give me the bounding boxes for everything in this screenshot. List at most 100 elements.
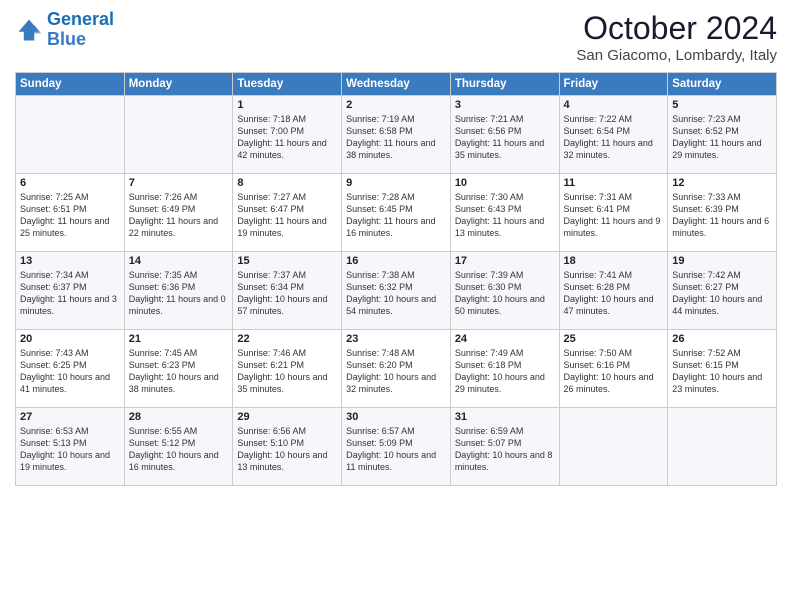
col-header-sunday: Sunday: [16, 73, 125, 96]
calendar-cell: 18 Sunrise: 7:41 AM Sunset: 6:28 PM Dayli…: [559, 252, 668, 330]
week-row-5: 27Sunrise: 6:53 AM Sunset: 5:13 PM Dayli…: [16, 408, 777, 486]
cell-info: Sunrise: 6:55 AM Sunset: 5:12 PM Dayligh…: [129, 425, 229, 474]
calendar-cell: 24Sunrise: 7:49 AM Sunset: 6:18 PM Dayli…: [450, 330, 559, 408]
day-number: 10: [455, 177, 555, 189]
day-number: 19: [672, 255, 772, 267]
day-number: 11: [564, 177, 664, 189]
cell-info: Sunrise: 7:27 AM Sunset: 6:47 PM Dayligh…: [237, 191, 337, 240]
cell-info: Sunrise: 7:34 AM Sunset: 6:37 PM Dayligh…: [20, 269, 120, 318]
calendar-cell: 26Sunrise: 7:52 AM Sunset: 6:15 PM Dayli…: [668, 330, 777, 408]
calendar-cell: 13 Sunrise: 7:34 AM Sunset: 6:37 PM Dayli…: [16, 252, 125, 330]
week-row-2: 6Sunrise: 7:25 AM Sunset: 6:51 PM Daylig…: [16, 174, 777, 252]
calendar-cell: [124, 96, 233, 174]
calendar-cell: 14 Sunrise: 7:35 AM Sunset: 6:36 PM Dayli…: [124, 252, 233, 330]
cell-info: Sunrise: 7:42 AM Sunset: 6:27 PM Dayligh…: [672, 269, 772, 318]
calendar-cell: 1 Sunrise: 7:18 AM Sunset: 7:00 PM Daylig…: [233, 96, 342, 174]
cell-info: Sunrise: 7:38 AM Sunset: 6:32 PM Dayligh…: [346, 269, 446, 318]
cell-info: Sunrise: 7:48 AM Sunset: 6:20 PM Dayligh…: [346, 347, 446, 396]
calendar-cell: 30Sunrise: 6:57 AM Sunset: 5:09 PM Dayli…: [342, 408, 451, 486]
cell-info: Sunrise: 7:41 AM Sunset: 6:28 PM Dayligh…: [564, 269, 664, 318]
calendar-cell: [668, 408, 777, 486]
day-number: 14: [129, 255, 229, 267]
calendar-table: SundayMondayTuesdayWednesdayThursdayFrid…: [15, 72, 777, 486]
day-number: 13: [20, 255, 120, 267]
day-number: 17: [455, 255, 555, 267]
col-header-thursday: Thursday: [450, 73, 559, 96]
col-header-tuesday: Tuesday: [233, 73, 342, 96]
logo-blue-word: Blue: [47, 30, 114, 50]
cell-info: Sunrise: 7:33 AM Sunset: 6:39 PM Dayligh…: [672, 191, 772, 240]
logo: General Blue: [15, 10, 114, 50]
day-number: 20: [20, 333, 120, 345]
calendar-cell: 25Sunrise: 7:50 AM Sunset: 6:16 PM Dayli…: [559, 330, 668, 408]
calendar-cell: 4Sunrise: 7:22 AM Sunset: 6:54 PM Daylig…: [559, 96, 668, 174]
cell-info: Sunrise: 7:50 AM Sunset: 6:16 PM Dayligh…: [564, 347, 664, 396]
day-number: 23: [346, 333, 446, 345]
calendar-cell: 27Sunrise: 6:53 AM Sunset: 5:13 PM Dayli…: [16, 408, 125, 486]
day-number: 3: [455, 99, 555, 111]
day-number: 18: [564, 255, 664, 267]
calendar-cell: 31Sunrise: 6:59 AM Sunset: 5:07 PM Dayli…: [450, 408, 559, 486]
day-number: 28: [129, 411, 229, 423]
cell-info: Sunrise: 7:30 AM Sunset: 6:43 PM Dayligh…: [455, 191, 555, 240]
calendar-cell: 11 Sunrise: 7:31 AM Sunset: 6:41 PM Dayli…: [559, 174, 668, 252]
cell-info: Sunrise: 7:26 AM Sunset: 6:49 PM Dayligh…: [129, 191, 229, 240]
calendar-cell: 8 Sunrise: 7:27 AM Sunset: 6:47 PM Daylig…: [233, 174, 342, 252]
cell-info: Sunrise: 7:31 AM Sunset: 6:41 PM Dayligh…: [564, 191, 664, 240]
cell-info: Sunrise: 7:45 AM Sunset: 6:23 PM Dayligh…: [129, 347, 229, 396]
calendar-cell: 29 Sunrise: 6:56 AM Sunset: 5:10 PM Dayli…: [233, 408, 342, 486]
day-number: 7: [129, 177, 229, 189]
col-header-saturday: Saturday: [668, 73, 777, 96]
calendar-cell: 3 Sunrise: 7:21 AM Sunset: 6:56 PM Daylig…: [450, 96, 559, 174]
week-row-1: 1 Sunrise: 7:18 AM Sunset: 7:00 PM Daylig…: [16, 96, 777, 174]
col-header-friday: Friday: [559, 73, 668, 96]
cell-info: Sunrise: 7:18 AM Sunset: 7:00 PM Dayligh…: [237, 113, 337, 162]
calendar-cell: 12 Sunrise: 7:33 AM Sunset: 6:39 PM Dayli…: [668, 174, 777, 252]
calendar-cell: 17 Sunrise: 7:39 AM Sunset: 6:30 PM Dayli…: [450, 252, 559, 330]
day-number: 30: [346, 411, 446, 423]
cell-info: Sunrise: 7:28 AM Sunset: 6:45 PM Dayligh…: [346, 191, 446, 240]
cell-info: Sunrise: 7:19 AM Sunset: 6:58 PM Dayligh…: [346, 113, 446, 162]
cell-info: Sunrise: 7:23 AM Sunset: 6:52 PM Dayligh…: [672, 113, 772, 162]
day-number: 1: [237, 99, 337, 111]
calendar-cell: 5Sunrise: 7:23 AM Sunset: 6:52 PM Daylig…: [668, 96, 777, 174]
day-number: 12: [672, 177, 772, 189]
calendar-cell: [559, 408, 668, 486]
calendar-cell: 7 Sunrise: 7:26 AM Sunset: 6:49 PM Daylig…: [124, 174, 233, 252]
calendar-cell: 16 Sunrise: 7:38 AM Sunset: 6:32 PM Dayli…: [342, 252, 451, 330]
calendar-cell: 28 Sunrise: 6:55 AM Sunset: 5:12 PM Dayli…: [124, 408, 233, 486]
day-number: 8: [237, 177, 337, 189]
day-number: 4: [564, 99, 664, 111]
day-number: 21: [129, 333, 229, 345]
cell-info: Sunrise: 7:35 AM Sunset: 6:36 PM Dayligh…: [129, 269, 229, 318]
week-row-3: 13 Sunrise: 7:34 AM Sunset: 6:37 PM Dayli…: [16, 252, 777, 330]
logo-icon: [15, 16, 43, 44]
cell-info: Sunrise: 6:59 AM Sunset: 5:07 PM Dayligh…: [455, 425, 555, 474]
cell-info: Sunrise: 7:21 AM Sunset: 6:56 PM Dayligh…: [455, 113, 555, 162]
day-number: 9: [346, 177, 446, 189]
cell-info: Sunrise: 7:49 AM Sunset: 6:18 PM Dayligh…: [455, 347, 555, 396]
day-number: 29: [237, 411, 337, 423]
page: General Blue October 2024 San Giacomo, L…: [0, 0, 792, 612]
cell-info: Sunrise: 7:39 AM Sunset: 6:30 PM Dayligh…: [455, 269, 555, 318]
calendar-cell: 9 Sunrise: 7:28 AM Sunset: 6:45 PM Daylig…: [342, 174, 451, 252]
cell-info: Sunrise: 7:37 AM Sunset: 6:34 PM Dayligh…: [237, 269, 337, 318]
cell-info: Sunrise: 7:25 AM Sunset: 6:51 PM Dayligh…: [20, 191, 120, 240]
day-number: 15: [237, 255, 337, 267]
day-number: 27: [20, 411, 120, 423]
calendar-cell: 6Sunrise: 7:25 AM Sunset: 6:51 PM Daylig…: [16, 174, 125, 252]
day-number: 2: [346, 99, 446, 111]
title-block: October 2024 San Giacomo, Lombardy, Ital…: [576, 10, 777, 64]
calendar-cell: 10 Sunrise: 7:30 AM Sunset: 6:43 PM Dayli…: [450, 174, 559, 252]
col-header-wednesday: Wednesday: [342, 73, 451, 96]
location-title: San Giacomo, Lombardy, Italy: [576, 47, 777, 64]
calendar-cell: 20Sunrise: 7:43 AM Sunset: 6:25 PM Dayli…: [16, 330, 125, 408]
col-header-monday: Monday: [124, 73, 233, 96]
calendar-cell: 19 Sunrise: 7:42 AM Sunset: 6:27 PM Dayli…: [668, 252, 777, 330]
day-number: 16: [346, 255, 446, 267]
month-title: October 2024: [576, 10, 777, 47]
logo-general: General: [47, 9, 114, 29]
header: General Blue October 2024 San Giacomo, L…: [15, 10, 777, 64]
cell-info: Sunrise: 6:56 AM Sunset: 5:10 PM Dayligh…: [237, 425, 337, 474]
calendar-cell: 22Sunrise: 7:46 AM Sunset: 6:21 PM Dayli…: [233, 330, 342, 408]
